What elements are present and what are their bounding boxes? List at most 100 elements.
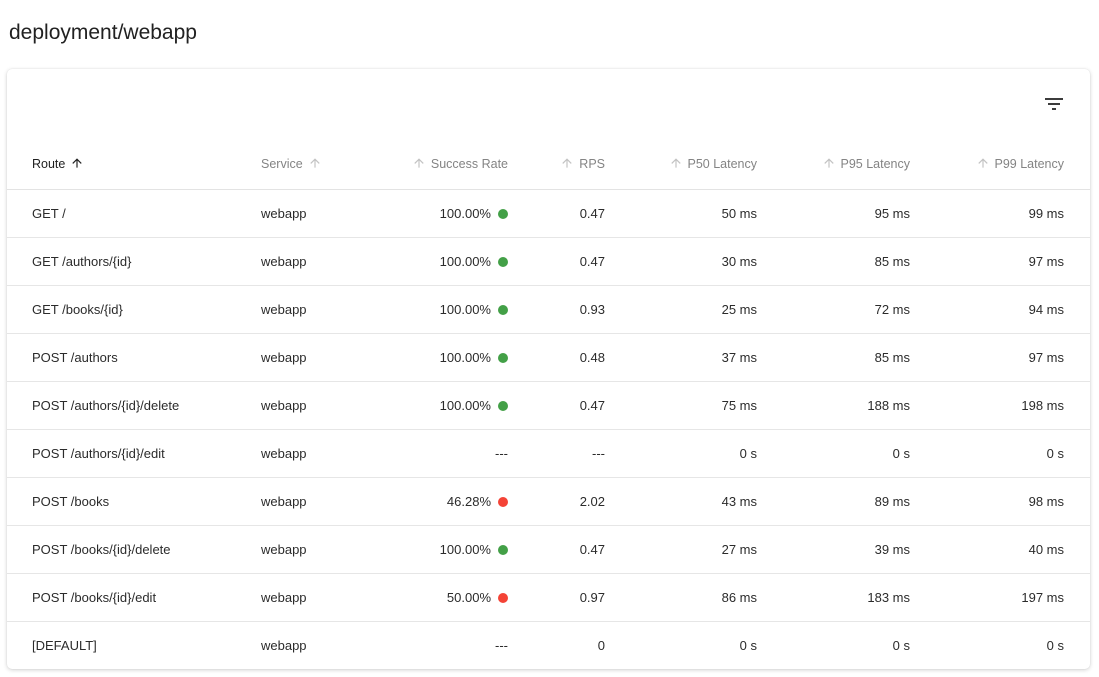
success-rate-cell: 100.00% <box>381 285 508 333</box>
table-body: GET / webapp 100.00% 0.47 50 ms 95 ms 99… <box>7 189 1090 669</box>
p99-latency-cell: 197 ms <box>910 573 1090 621</box>
p50-latency-cell: 27 ms <box>605 525 757 573</box>
column-label: Route <box>32 157 65 171</box>
column-header-p99-latency[interactable]: P99 Latency <box>910 141 1090 189</box>
rps-cell: --- <box>508 429 605 477</box>
status-dot <box>498 305 508 315</box>
p95-latency-cell: 39 ms <box>757 525 910 573</box>
p50-latency-cell: 0 s <box>605 621 757 669</box>
status-dot <box>498 545 508 555</box>
p95-latency-cell: 0 s <box>757 429 910 477</box>
success-rate-cell: 50.00% <box>381 573 508 621</box>
rps-cell: 0.47 <box>508 237 605 285</box>
p50-latency-cell: 50 ms <box>605 189 757 237</box>
p95-latency-cell: 85 ms <box>757 333 910 381</box>
p95-latency-cell: 85 ms <box>757 237 910 285</box>
rps-cell: 0.97 <box>508 573 605 621</box>
sort-asc-icon <box>560 159 574 173</box>
service-cell: webapp <box>261 189 381 237</box>
table-row[interactable]: GET /books/{id} webapp 100.00% 0.93 25 m… <box>7 285 1090 333</box>
status-dot <box>498 257 508 267</box>
service-cell: webapp <box>261 381 381 429</box>
p95-latency-cell: 0 s <box>757 621 910 669</box>
p99-latency-cell: 0 s <box>910 429 1090 477</box>
sort-asc-icon <box>976 159 990 173</box>
service-cell: webapp <box>261 573 381 621</box>
service-cell: webapp <box>261 525 381 573</box>
success-rate-cell: 100.00% <box>381 333 508 381</box>
column-header-success-rate[interactable]: Success Rate <box>381 141 508 189</box>
p50-latency-cell: 30 ms <box>605 237 757 285</box>
p50-latency-cell: 75 ms <box>605 381 757 429</box>
rps-cell: 0.48 <box>508 333 605 381</box>
status-dot <box>498 497 508 507</box>
success-rate-cell: --- <box>381 429 508 477</box>
p95-latency-cell: 95 ms <box>757 189 910 237</box>
rps-cell: 0.47 <box>508 381 605 429</box>
column-header-service[interactable]: Service <box>261 141 381 189</box>
filter-icon <box>1042 92 1066 119</box>
column-label: Success Rate <box>431 157 508 171</box>
route-cell: POST /books/{id}/edit <box>7 573 261 621</box>
route-cell: GET /books/{id} <box>7 285 261 333</box>
table-row[interactable]: GET / webapp 100.00% 0.47 50 ms 95 ms 99… <box>7 189 1090 237</box>
service-cell: webapp <box>261 429 381 477</box>
p95-latency-cell: 89 ms <box>757 477 910 525</box>
column-header-route[interactable]: Route <box>7 141 261 189</box>
sort-asc-icon <box>412 159 426 173</box>
service-cell: webapp <box>261 237 381 285</box>
table-row[interactable]: POST /books webapp 46.28% 2.02 43 ms 89 … <box>7 477 1090 525</box>
success-rate-cell: --- <box>381 621 508 669</box>
p99-latency-cell: 40 ms <box>910 525 1090 573</box>
rps-cell: 0.47 <box>508 189 605 237</box>
route-cell: POST /authors <box>7 333 261 381</box>
p99-latency-cell: 198 ms <box>910 381 1090 429</box>
column-label: P50 Latency <box>688 157 758 171</box>
sort-asc-icon <box>70 159 84 173</box>
rps-cell: 2.02 <box>508 477 605 525</box>
column-label: P99 Latency <box>995 157 1065 171</box>
column-label: RPS <box>579 157 605 171</box>
route-cell: GET /authors/{id} <box>7 237 261 285</box>
sort-asc-icon <box>669 159 683 173</box>
filter-button[interactable] <box>1038 89 1070 121</box>
column-header-p50-latency[interactable]: P50 Latency <box>605 141 757 189</box>
table-row[interactable]: POST /books/{id}/delete webapp 100.00% 0… <box>7 525 1090 573</box>
p95-latency-cell: 72 ms <box>757 285 910 333</box>
p95-latency-cell: 183 ms <box>757 573 910 621</box>
success-rate-cell: 100.00% <box>381 237 508 285</box>
p50-latency-cell: 0 s <box>605 429 757 477</box>
status-dot <box>498 209 508 219</box>
p50-latency-cell: 37 ms <box>605 333 757 381</box>
sort-asc-icon <box>822 159 836 173</box>
header-row: Route Service Success Rate RPS P50 Laten… <box>7 141 1090 189</box>
column-header-p95-latency[interactable]: P95 Latency <box>757 141 910 189</box>
p99-latency-cell: 97 ms <box>910 237 1090 285</box>
success-rate-cell: 100.00% <box>381 525 508 573</box>
service-cell: webapp <box>261 621 381 669</box>
p50-latency-cell: 43 ms <box>605 477 757 525</box>
column-label: P95 Latency <box>841 157 911 171</box>
p50-latency-cell: 25 ms <box>605 285 757 333</box>
routes-table: Route Service Success Rate RPS P50 Laten… <box>7 141 1090 669</box>
success-rate-cell: 46.28% <box>381 477 508 525</box>
p50-latency-cell: 86 ms <box>605 573 757 621</box>
table-row[interactable]: POST /authors/{id}/delete webapp 100.00%… <box>7 381 1090 429</box>
p99-latency-cell: 99 ms <box>910 189 1090 237</box>
table-row[interactable]: POST /authors webapp 100.00% 0.48 37 ms … <box>7 333 1090 381</box>
table-row[interactable]: POST /authors/{id}/edit webapp --- --- 0… <box>7 429 1090 477</box>
table-row[interactable]: GET /authors/{id} webapp 100.00% 0.47 30… <box>7 237 1090 285</box>
column-header-rps[interactable]: RPS <box>508 141 605 189</box>
status-dot <box>498 593 508 603</box>
service-cell: webapp <box>261 477 381 525</box>
route-cell: GET / <box>7 189 261 237</box>
route-cell: POST /authors/{id}/edit <box>7 429 261 477</box>
status-dot <box>498 401 508 411</box>
rps-cell: 0.93 <box>508 285 605 333</box>
page-title: deployment/webapp <box>0 0 1099 48</box>
table-row[interactable]: [DEFAULT] webapp --- 0 0 s 0 s 0 s <box>7 621 1090 669</box>
p99-latency-cell: 98 ms <box>910 477 1090 525</box>
p99-latency-cell: 0 s <box>910 621 1090 669</box>
table-row[interactable]: POST /books/{id}/edit webapp 50.00% 0.97… <box>7 573 1090 621</box>
route-cell: POST /authors/{id}/delete <box>7 381 261 429</box>
